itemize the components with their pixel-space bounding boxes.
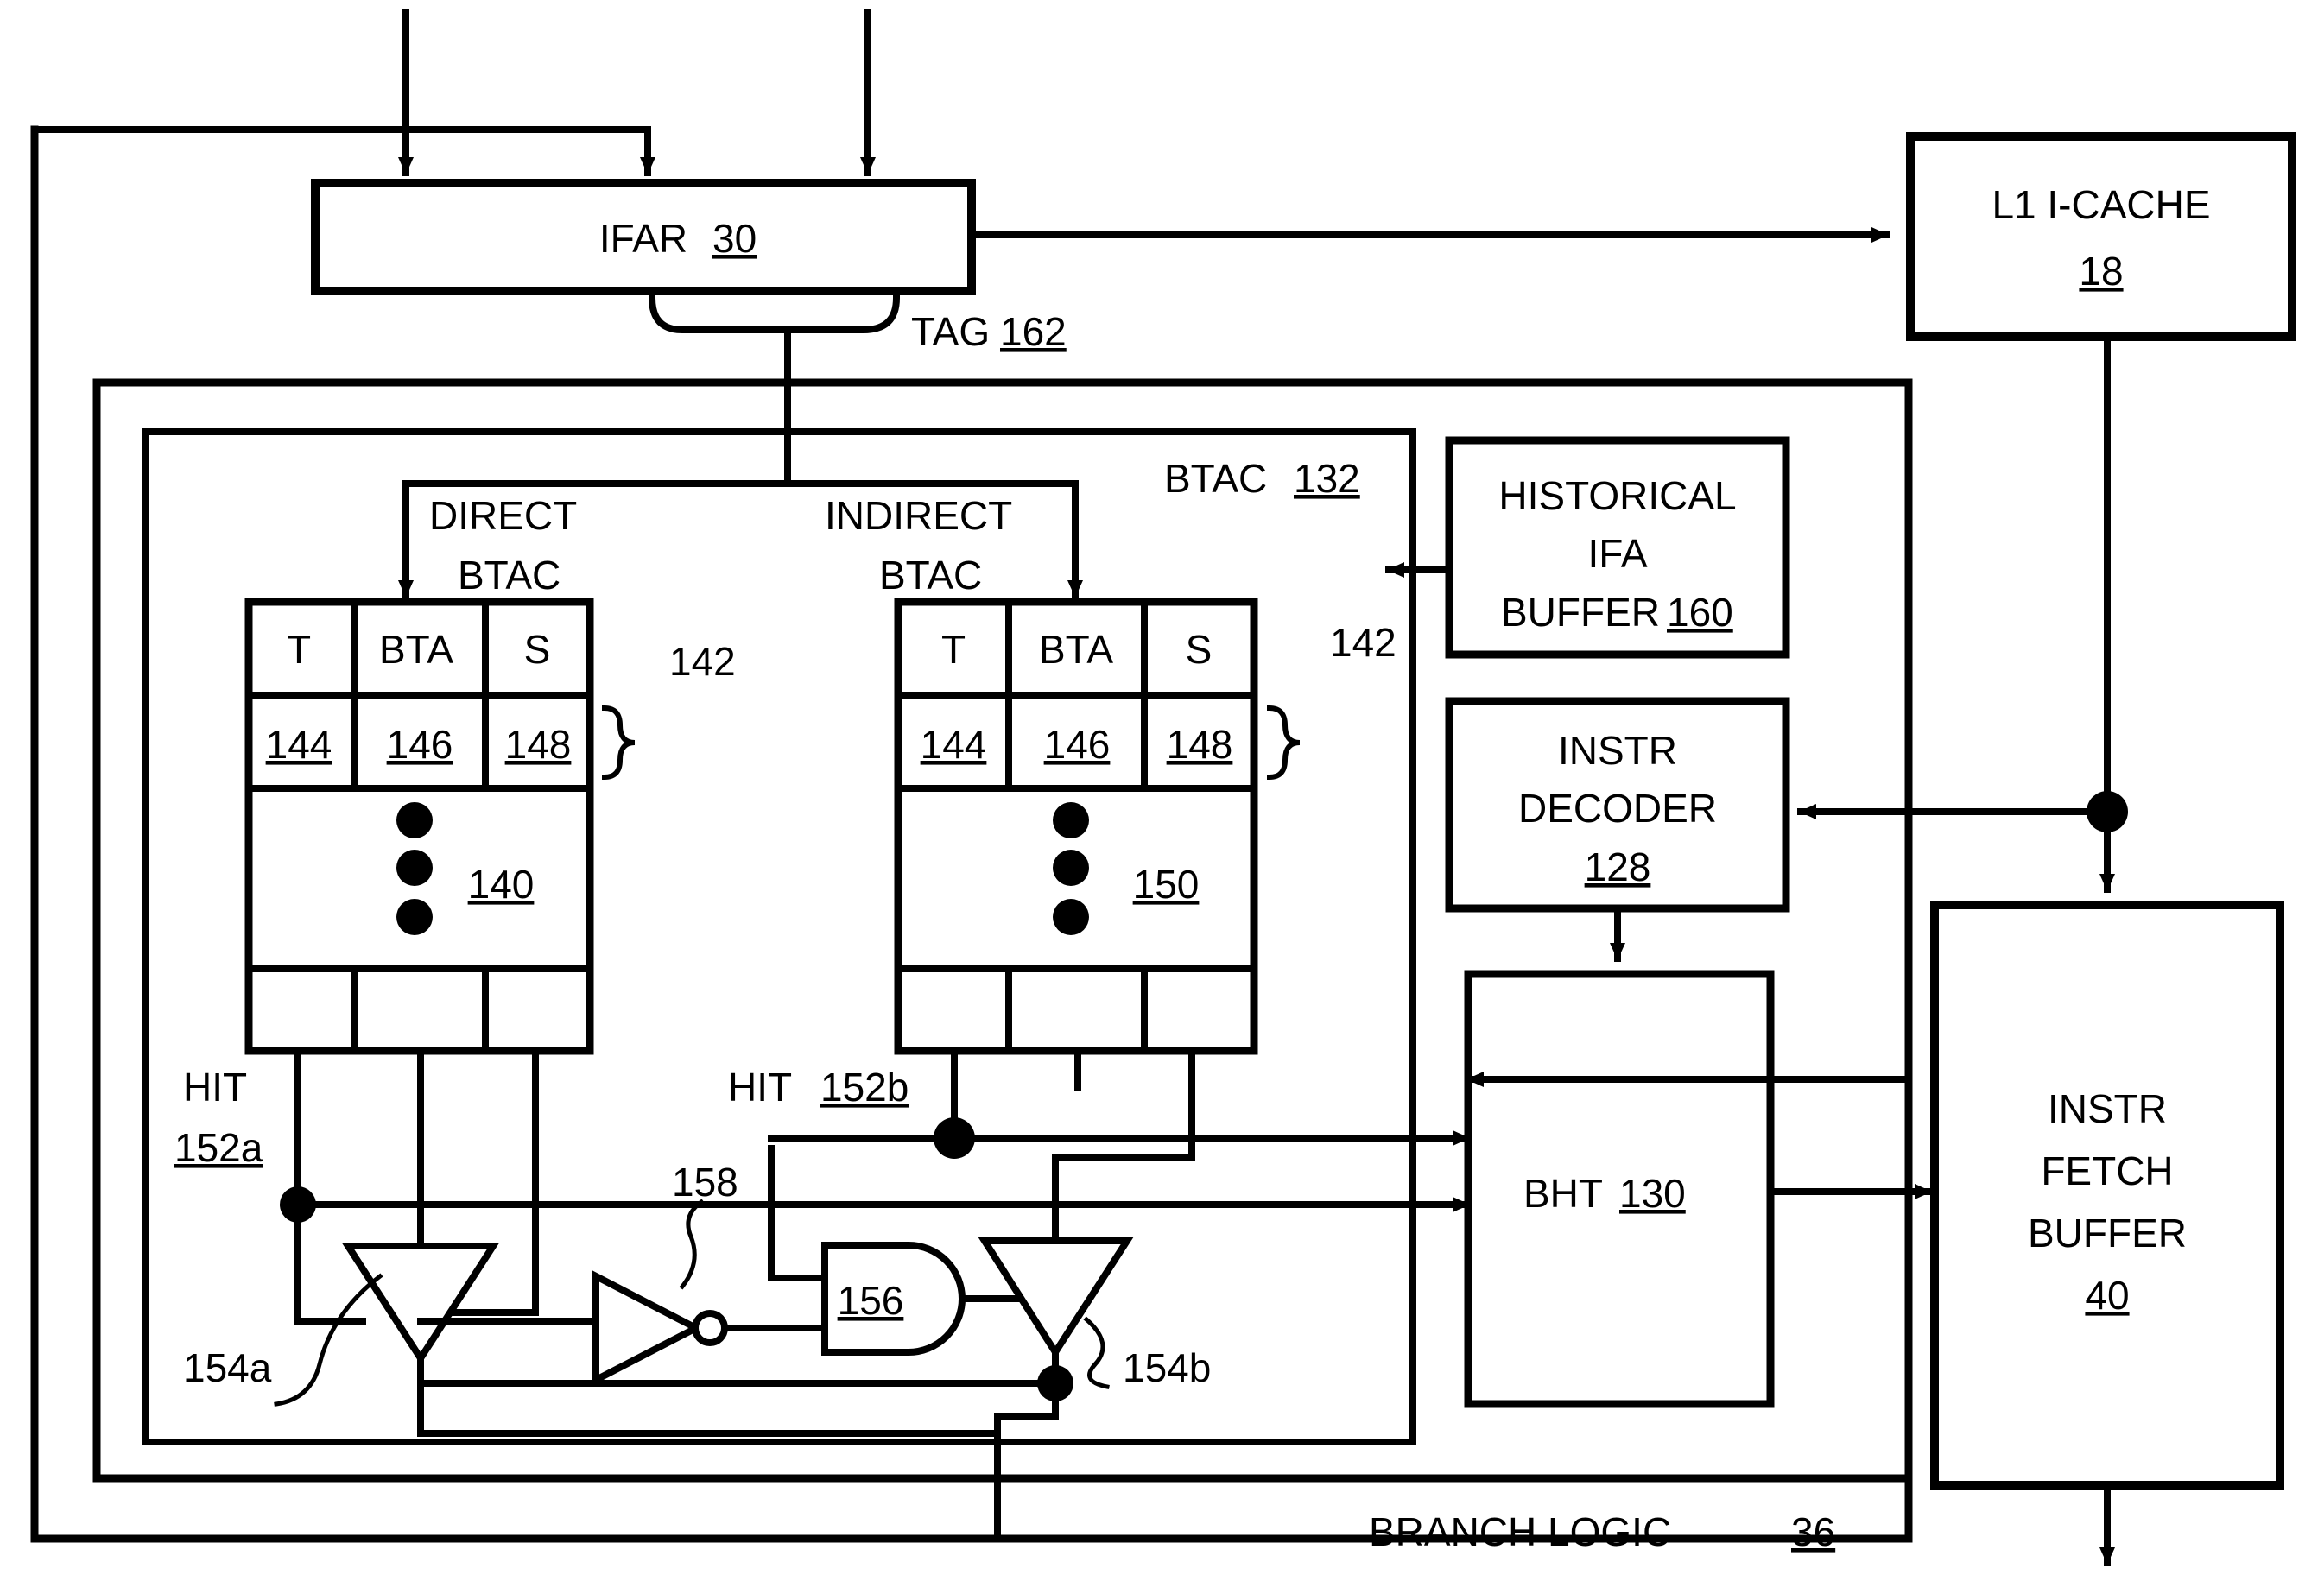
indirect-entry-brace bbox=[1266, 705, 1301, 781]
direct-header-s: S bbox=[524, 627, 551, 672]
indirect-array-ref: 150 bbox=[1133, 862, 1200, 907]
hit-152a-label: HIT bbox=[183, 1065, 247, 1110]
hist-buffer-line2: IFA bbox=[1587, 531, 1647, 576]
inverter-bubble bbox=[692, 1310, 728, 1346]
instr-decoder-ref: 128 bbox=[1585, 844, 1651, 889]
direct-entry-brace bbox=[601, 705, 636, 781]
feedback-down-line bbox=[994, 1380, 1059, 1542]
callout-154a bbox=[274, 1273, 383, 1407]
branch-logic-diagram: IFAR 30 TAG 162 DIRECT BTAC INDIRECT BTA… bbox=[30, 9, 2296, 1566]
tag-label: TAG bbox=[911, 309, 990, 354]
branch-logic-label: BRANCH LOGIC bbox=[1369, 1509, 1671, 1554]
direct-btac-label-line1: DIRECT bbox=[429, 493, 577, 538]
direct-ref-148: 148 bbox=[505, 722, 572, 767]
fetch-buffer-line2: FETCH bbox=[2041, 1148, 2173, 1193]
direct-array-ref: 140 bbox=[468, 862, 535, 907]
figure-canvas: IFAR 30 TAG 162 DIRECT BTAC INDIRECT BTA… bbox=[0, 0, 2324, 1575]
callout-158 bbox=[679, 1199, 705, 1290]
instr-decoder-line1: INSTR bbox=[1558, 728, 1677, 773]
indirect-ref-148: 148 bbox=[1167, 722, 1233, 767]
ifar-ref: 30 bbox=[712, 216, 757, 261]
direct-ref-144: 144 bbox=[266, 722, 332, 767]
l1-icache-label: L1 I-CACHE bbox=[1992, 182, 2210, 227]
indirect-header-bta: BTA bbox=[1039, 627, 1113, 672]
direct-header-t: T bbox=[287, 627, 311, 672]
btac-label: BTAC bbox=[1164, 456, 1267, 501]
l1-icache-box bbox=[1906, 132, 2296, 341]
bht-ref: 130 bbox=[1619, 1171, 1686, 1216]
direct-entry-ref: 142 bbox=[669, 639, 736, 684]
indirect-header-t: T bbox=[941, 627, 966, 672]
tag-ref: 162 bbox=[1000, 309, 1067, 354]
l1-icache-ref: 18 bbox=[2079, 249, 2123, 294]
indirect-ref-144: 144 bbox=[921, 722, 987, 767]
ifar-label: IFAR bbox=[599, 216, 687, 261]
and-gate-156-ref: 156 bbox=[838, 1278, 904, 1323]
instr-fetch-buffer-box bbox=[1930, 901, 2284, 1490]
fetch-buffer-line3: BUFFER bbox=[2028, 1211, 2187, 1256]
indirect-header-s: S bbox=[1186, 627, 1213, 672]
instr-decoder-line2: DECODER bbox=[1518, 786, 1717, 831]
tag-brace bbox=[648, 294, 901, 333]
buffer-154a-output bbox=[417, 1355, 1001, 1437]
hist-buffer-line1: HISTORICAL bbox=[1498, 473, 1736, 518]
hit-152b-ref: 152b bbox=[820, 1065, 909, 1110]
bht-label: BHT bbox=[1523, 1171, 1603, 1216]
hist-buffer-ref: 160 bbox=[1667, 590, 1733, 635]
direct-header-bta: BTA bbox=[379, 627, 453, 672]
hit-152b-label: HIT bbox=[728, 1065, 792, 1110]
buffer-154a-ref: 154a bbox=[183, 1345, 272, 1390]
callout-154b bbox=[1083, 1316, 1110, 1389]
fetch-buffer-ref: 40 bbox=[2085, 1273, 2129, 1318]
hist-buffer-line3: BUFFER bbox=[1501, 590, 1660, 635]
inverter-158-ref: 158 bbox=[672, 1160, 738, 1205]
direct-btac-label-line2: BTAC bbox=[458, 553, 560, 598]
direct-ref-146: 146 bbox=[387, 722, 453, 767]
indirect-ref-146: 146 bbox=[1044, 722, 1111, 767]
indirect-btac-label-line2: BTAC bbox=[879, 553, 982, 598]
inverter-158 bbox=[592, 1270, 704, 1386]
indirect-entry-ref: 142 bbox=[1330, 620, 1396, 665]
buffer-154b-ref: 154b bbox=[1123, 1345, 1211, 1390]
buffer-154a bbox=[341, 1243, 500, 1365]
fetch-buffer-line1: INSTR bbox=[2048, 1086, 2167, 1131]
branch-logic-ref: 36 bbox=[1791, 1509, 1835, 1554]
ifar-input-arrow-feedback bbox=[31, 126, 655, 176]
btac-ref: 132 bbox=[1294, 456, 1360, 501]
indirect-btac-label-line1: INDIRECT bbox=[825, 493, 1012, 538]
hit-152a-ref: 152a bbox=[174, 1125, 263, 1170]
